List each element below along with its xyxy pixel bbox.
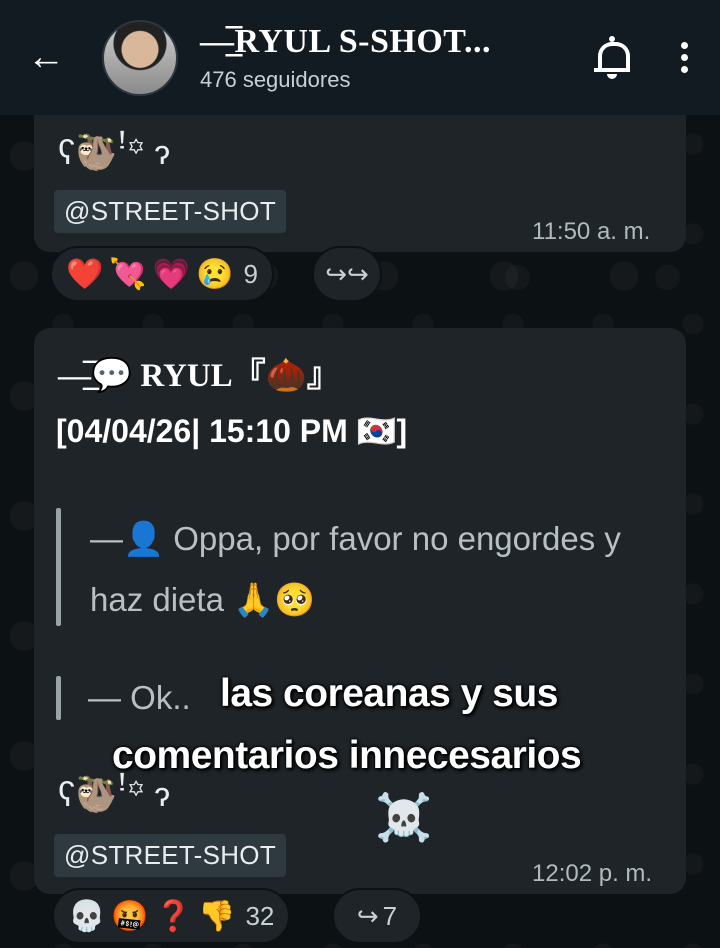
forward-icon: ↪ — [356, 900, 379, 931]
thumbs-down-emoji[interactable]: 👎 — [198, 899, 235, 934]
channel-tag[interactable]: @STREET-SHOT — [54, 190, 287, 233]
back-arrow-icon[interactable]: ← — [26, 36, 66, 78]
message-date: [04/04/26| 15:10 PM 🇰🇷] — [56, 413, 408, 449]
follower-count: 476 seguidores — [200, 66, 351, 92]
bell-icon[interactable] — [592, 35, 632, 80]
channel-title: —̲̅RYUL S-SHOT... — [200, 22, 491, 60]
forward-icon: ↪↪ — [325, 258, 369, 289]
signature-text: ʕ🦥ꜝ꙳ ɂ — [58, 134, 171, 172]
question-mark-emoji[interactable]: ❓ — [155, 899, 192, 934]
reactions-bar[interactable]: 💀 🤬 ❓ 👎 32 — [52, 888, 291, 944]
message-time: 11:50 a. m. — [532, 218, 651, 245]
forward-count: 7 — [382, 900, 398, 931]
quote-line: —👤 Oppa, por favor no engordes y — [90, 520, 621, 557]
reactions-bar[interactable]: ❤️ 💘 💗 😢 9 — [50, 246, 274, 302]
video-caption-line: comentarios innecesarios — [112, 734, 582, 777]
video-caption-line: las coreanas y sus — [220, 672, 558, 715]
heart-emoji[interactable]: ❤️ — [66, 257, 103, 292]
quote-line: — Ok.. — [88, 679, 191, 716]
quote-bar — [56, 676, 61, 720]
cursing-face-emoji[interactable]: 🤬 — [111, 899, 148, 934]
author-name: —̲̅💬 RYUL『🌰』 — [58, 358, 340, 394]
channel-tag[interactable]: @STREET-SHOT — [54, 834, 287, 877]
skull-crossbones-emoji: ☠️ — [375, 791, 433, 843]
channel-avatar[interactable] — [102, 19, 178, 96]
crying-face-emoji[interactable]: 😢 — [196, 257, 233, 292]
more-options-icon[interactable] — [676, 42, 692, 73]
channel-header: ← —̲̅RYUL S-SHOT... 476 seguidores — [0, 0, 720, 115]
forward-button[interactable]: ↪ 7 — [332, 888, 422, 944]
reaction-count: 9 — [243, 258, 258, 289]
skull-emoji[interactable]: 💀 — [68, 899, 105, 934]
reaction-count: 32 — [245, 900, 275, 931]
heart-arrow-emoji[interactable]: 💘 — [109, 257, 146, 292]
channel-info[interactable]: —̲̅RYUL S-SHOT... 476 seguidores — [200, 23, 592, 93]
forward-button[interactable]: ↪↪ — [312, 246, 382, 302]
message-time: 12:02 p. m. — [532, 860, 653, 887]
quote-line: haz dieta 🙏🥺 — [90, 581, 316, 618]
growing-heart-emoji[interactable]: 💗 — [153, 257, 190, 292]
quote-bar — [56, 508, 61, 626]
